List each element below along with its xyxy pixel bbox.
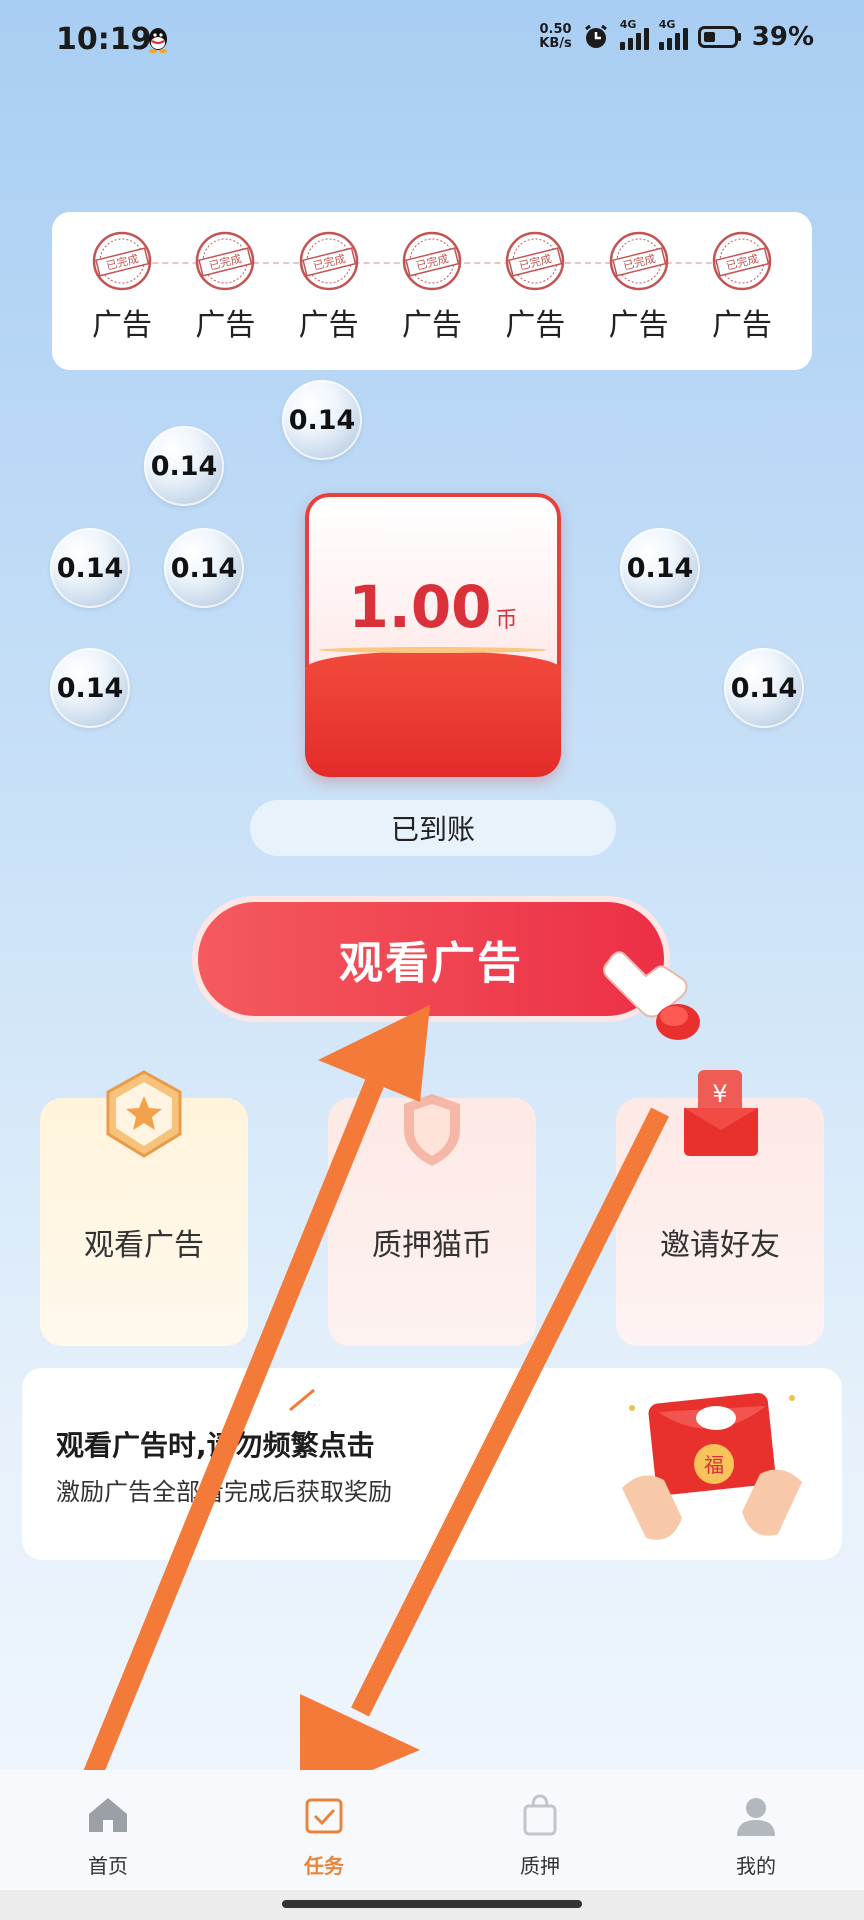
feature-watch-ad-card[interactable]: 观看广告 [40, 1070, 248, 1346]
ad-label: 广告 [711, 308, 772, 343]
svg-text:¥: ¥ [712, 1080, 727, 1108]
user-icon [737, 1798, 775, 1836]
qq-icon [149, 28, 167, 53]
coin-bubble[interactable]: 0.14 [164, 528, 244, 608]
ad-label: 广告 [401, 308, 462, 343]
task-icon [305, 1798, 343, 1834]
status-time: 10:19 [56, 22, 152, 57]
tab-stake[interactable]: 质押 [480, 1770, 600, 1890]
gift-envelope-hands-icon: 福 [622, 1392, 802, 1540]
pointing-hand-icon [603, 951, 700, 1040]
signal-2-label: 4G [658, 18, 676, 31]
ad-progress-card: 已完成 广告 已完成 广告 已完成 广告 已完成 广告 已完成 广告 已完成 广告 已完成 广告 [52, 212, 812, 370]
feature-label: 质押猫币 [372, 1228, 492, 1263]
ad-label: 广告 [505, 308, 566, 343]
tab-label: 任务 [304, 1854, 344, 1878]
ad-progress-item: 已完成 广告 [495, 230, 575, 344]
feature-stake-card[interactable]: 质押猫币 [328, 1094, 536, 1346]
completed-stamp-icon: 已完成 [92, 231, 152, 291]
home-icon [89, 1798, 127, 1832]
tab-label: 我的 [736, 1854, 776, 1878]
completed-stamp-icon: 已完成 [506, 231, 565, 291]
red-envelope-icon: ¥ [684, 1070, 758, 1156]
tip-subtitle: 激励广告全部看完成后获取奖励 [56, 1478, 392, 1506]
svg-text:福: 福 [704, 1453, 724, 1477]
tip-card: 观看广告时,请勿频繁点击 激励广告全部看完成后获取奖励 福 [22, 1368, 842, 1560]
completed-stamp-icon: 已完成 [712, 231, 772, 291]
feature-label: 观看广告 [84, 1228, 204, 1263]
net-speed: 0.50 KB/s [539, 23, 571, 51]
ad-progress-item: 已完成 广告 [702, 230, 782, 344]
coin-bubble[interactable]: 0.14 [144, 426, 224, 506]
signal-1-icon: 4G [619, 18, 649, 50]
tab-mine[interactable]: 我的 [696, 1770, 816, 1890]
ad-progress-item: 已完成 广告 [599, 230, 679, 344]
bag-icon [523, 1794, 557, 1836]
ad-progress-row: 已完成 广告 已完成 广告 已完成 广告 已完成 广告 已完成 广告 已完成 广告 已完成 广告 [82, 230, 782, 344]
coin-bubble[interactable]: 0.14 [50, 528, 130, 608]
tab-label: 质押 [520, 1854, 560, 1878]
net-speed-unit: KB/s [539, 36, 572, 51]
amount-unit: 币 [495, 608, 518, 633]
alarm-icon [584, 24, 607, 48]
ad-label: 广告 [608, 308, 669, 343]
arrived-status: 已到账 [250, 800, 616, 856]
shield-icon [404, 1094, 460, 1166]
completed-stamp-icon: 已完成 [299, 231, 358, 291]
amount-value: 1.00 [348, 573, 492, 641]
signal-2-icon: 4G [658, 18, 688, 50]
ad-progress-item: 已完成 广告 [82, 230, 162, 344]
red-packet-amount: 1.00 币 [305, 573, 561, 641]
red-packet: 1.00 币 [305, 493, 561, 777]
ad-label: 广告 [195, 308, 256, 343]
red-packet-bottom [305, 651, 561, 777]
ad-progress-item: 已完成 广告 [392, 230, 472, 344]
signal-1-label: 4G [619, 18, 637, 31]
ad-label: 广告 [298, 308, 359, 343]
battery-icon [697, 26, 741, 48]
coin-bubble[interactable]: 0.14 [282, 380, 362, 460]
coin-bubble[interactable]: 0.14 [50, 648, 130, 728]
net-speed-value: 0.50 [539, 22, 572, 37]
tab-task[interactable]: 任务 [264, 1770, 384, 1890]
ad-progress-item: 已完成 广告 [289, 230, 369, 344]
completed-stamp-icon: 已完成 [402, 231, 462, 291]
star-badge-icon [106, 1070, 182, 1158]
completed-stamp-icon: 已完成 [196, 231, 255, 291]
coin-bubble[interactable]: 0.14 [620, 528, 700, 608]
tab-home[interactable]: 首页 [48, 1770, 168, 1890]
tip-title: 观看广告时,请勿频繁点击 [56, 1429, 375, 1462]
bottom-tab-bar: 首页 任务 质押 我的 [0, 1770, 864, 1890]
red-packet-gold-line [319, 647, 547, 653]
status-right: 0.50 KB/s 4G 4G 39% [539, 18, 814, 52]
tab-label: 首页 [88, 1854, 128, 1878]
ad-label: 广告 [92, 308, 152, 343]
feature-label: 邀请好友 [660, 1228, 780, 1263]
battery-percent: 39% [751, 22, 814, 52]
coin-bubble[interactable]: 0.14 [724, 648, 804, 728]
home-indicator[interactable] [282, 1900, 582, 1908]
feature-invite-card[interactable]: ¥ 邀请好友 [616, 1070, 824, 1346]
completed-stamp-icon: 已完成 [609, 231, 668, 291]
status-bar: 10:19 0.50 KB/s 4G 4G 39% [0, 0, 864, 84]
ad-progress-item: 已完成 广告 [185, 230, 265, 344]
